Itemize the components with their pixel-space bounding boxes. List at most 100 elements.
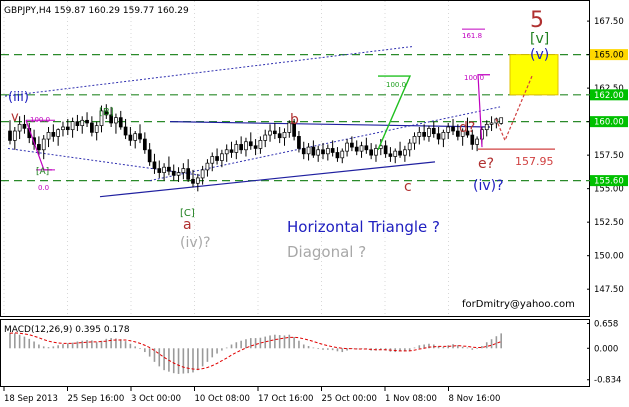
annotation-label: 161.8 (462, 32, 482, 40)
candle-body (37, 144, 41, 151)
annotation-label: Horizontal Triangle ? (287, 218, 440, 236)
candle-body (152, 161, 157, 169)
annotation-label: c (404, 179, 412, 195)
candle-body (22, 123, 27, 129)
y-tick-label: 152.50 (594, 218, 624, 228)
annotation-label: d? (459, 120, 475, 136)
candle-body (162, 166, 166, 173)
chart-canvas: 167.50165.00162.50160.00157.50155.00152.… (0, 0, 628, 404)
x-tick-label: 1 Nov 08:00 (385, 394, 437, 404)
candle-body (470, 134, 475, 145)
candle-body (70, 121, 75, 131)
price-tag-label: 162.00 (594, 91, 624, 101)
candle-body (56, 129, 61, 137)
candle-body (61, 126, 65, 131)
candle-body (431, 127, 436, 135)
y-tick-label: 147.50 (594, 285, 624, 295)
candle-body (417, 132, 422, 137)
candle-body (210, 156, 215, 164)
candle-body (330, 148, 335, 153)
candle-body (229, 149, 234, 153)
candle-body (128, 134, 133, 141)
price-tag-label: 155.60 (594, 177, 624, 187)
candle-body (41, 138, 46, 151)
price-tags: 165.00 162.00 160.00 155.60 (590, 49, 628, 187)
candle-body (147, 149, 152, 163)
annotation-label: (iv)? (180, 235, 211, 251)
annotation-label: 100.0 (386, 81, 406, 89)
x-tick-label: 18 Sep 2013 (4, 394, 58, 404)
annotation-label: [v] (530, 31, 549, 47)
candle-body (359, 145, 364, 152)
candle-body (383, 145, 388, 155)
candle-body (374, 148, 378, 156)
candle-body (364, 145, 369, 151)
candle-body (186, 168, 191, 180)
candle-body (258, 140, 263, 149)
candle-body (80, 119, 85, 127)
candle-body (75, 121, 80, 127)
x-tick-label: 8 Nov 16:00 (449, 394, 501, 404)
candle-body (200, 169, 205, 179)
candle-body (244, 141, 248, 151)
macd-label: MACD(12,26,9) 0.395 0.178 (4, 325, 130, 335)
candle-body (475, 138, 479, 145)
candle-body (441, 132, 446, 140)
candle-body (94, 125, 99, 133)
annotation-label: v (11, 110, 19, 125)
candle-body (388, 153, 393, 157)
candle-body (248, 141, 253, 147)
candle-body (321, 149, 325, 155)
x-tick-label: 25 Sep 16:00 (68, 394, 125, 404)
macd-tick-label: 0.658 (594, 319, 618, 329)
annotation-label: 157.95 (515, 155, 554, 168)
annotation-label: forDmitry@yahoo.com (462, 299, 575, 310)
candle-body (253, 145, 258, 149)
candle-body (46, 132, 51, 140)
candle-body (277, 133, 282, 139)
x-tick-label: 17 Oct 16:00 (258, 394, 313, 404)
annotation-label: e? (478, 156, 494, 172)
candle-body (484, 123, 489, 131)
candle-body (407, 142, 412, 151)
candle-body (282, 132, 287, 139)
candle-body (451, 126, 455, 132)
candle-body (427, 127, 431, 137)
price-tag-label: 165.00 (594, 51, 624, 61)
candle-body (191, 178, 195, 184)
x-tick-label: 3 Oct 00:00 (131, 394, 181, 404)
candle-body (350, 142, 354, 148)
candle-body (499, 117, 504, 124)
candle-body (205, 162, 210, 171)
candle-body (297, 136, 301, 149)
candle-body (8, 130, 12, 141)
chart-header: GBPJPY,H4 159.87 160.29 159.77 160.29 (4, 6, 189, 16)
candle-body (171, 170, 176, 176)
annotation-label: a (183, 217, 192, 233)
candle-body (345, 142, 349, 152)
candle-body (393, 150, 398, 157)
candle-body (123, 126, 128, 136)
candle-body (133, 133, 138, 141)
candle-body (215, 156, 219, 161)
y-tick-label: 167.50 (594, 17, 624, 27)
candle-body (354, 146, 359, 152)
candle-body (157, 168, 162, 173)
candle-body (263, 134, 268, 141)
annotation-label: [B] (99, 107, 114, 118)
candle-body (142, 138, 147, 151)
annotation-label: b (290, 112, 299, 128)
x-tick-label: 10 Oct 08:00 (195, 394, 250, 404)
candle-body (436, 133, 441, 140)
annotation-label: 0.0 (38, 184, 49, 192)
time-axis: 18 Sep 2013 25 Sep 16:00 3 Oct 00:00 10 Oct… (3, 387, 501, 404)
candle-body (301, 148, 306, 155)
candle-body (181, 168, 186, 173)
price-panel-frame (0, 0, 590, 317)
candle-body (114, 117, 118, 124)
y-tick-label: 157.50 (594, 151, 624, 161)
candle-body (138, 133, 142, 140)
annotation-label: [A] (36, 167, 49, 177)
candle-body (268, 130, 272, 136)
candle-body (167, 166, 171, 172)
